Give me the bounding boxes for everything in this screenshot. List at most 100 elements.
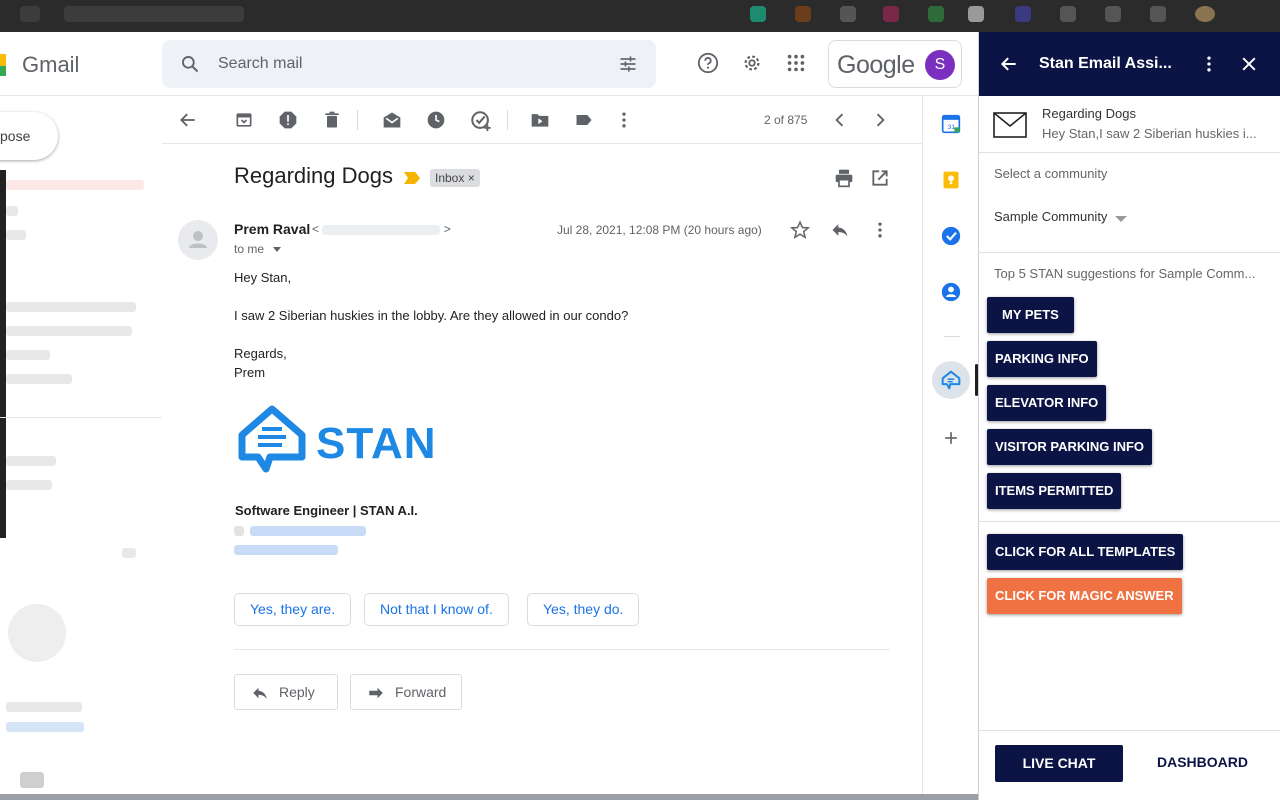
mark-unread-icon[interactable] <box>382 110 402 130</box>
forward-button[interactable]: Forward <box>350 674 462 710</box>
compose-button[interactable]: pose <box>0 112 58 160</box>
more-vert-icon[interactable] <box>1199 54 1219 74</box>
move-to-icon[interactable] <box>530 110 550 130</box>
nav-divider <box>0 417 162 418</box>
email-signoff-name: Prem <box>234 365 266 380</box>
google-wordmark: Google <box>837 51 915 79</box>
remove-label-icon[interactable]: × <box>468 171 475 185</box>
importance-marker-icon[interactable] <box>404 172 420 184</box>
email-body-line: I saw 2 Siberian huskies in the lobby. A… <box>234 308 629 323</box>
nav-item[interactable] <box>6 480 52 490</box>
extension-icon[interactable] <box>1015 6 1031 22</box>
forward-icon <box>369 687 383 699</box>
stan-addon-icon[interactable] <box>941 370 961 390</box>
star-icon[interactable] <box>790 220 810 240</box>
panel-divider <box>979 521 1280 522</box>
suggestion-button[interactable]: MY PETS <box>987 297 1074 333</box>
nav-icon[interactable] <box>20 772 44 788</box>
search-bar[interactable]: Search mail <box>162 40 656 88</box>
smart-reply-button[interactable]: Yes, they are. <box>234 593 352 626</box>
all-templates-button[interactable]: CLICK FOR ALL TEMPLATES <box>987 534 1184 570</box>
message-divider <box>234 649 890 650</box>
nav-icon[interactable] <box>122 548 136 558</box>
label-icon[interactable] <box>574 110 594 130</box>
sender-avatar[interactable] <box>178 220 218 260</box>
extension-icon[interactable] <box>1105 6 1121 22</box>
nav-item[interactable] <box>6 350 50 360</box>
magic-answer-button[interactable]: CLICK FOR MAGIC ANSWER <box>987 578 1182 614</box>
suggestion-button[interactable]: VISITOR PARKING INFO <box>987 429 1153 465</box>
reply-icon[interactable] <box>830 220 850 240</box>
message-toolbar: 2 of 875 <box>162 96 922 144</box>
avatar[interactable]: S <box>925 50 955 80</box>
tasks-icon[interactable] <box>941 226 961 246</box>
inbox-label-chip[interactable]: Inbox × <box>430 169 480 187</box>
live-chat-button[interactable]: LIVE CHAT <box>995 745 1123 782</box>
nav-link[interactable] <box>6 722 84 732</box>
apps-icon[interactable] <box>785 52 807 74</box>
open-new-window-icon[interactable] <box>870 168 890 188</box>
nav-item[interactable] <box>6 302 136 312</box>
account-button[interactable]: Google S <box>828 40 962 88</box>
nav-item-active[interactable] <box>6 180 144 190</box>
contacts-icon[interactable] <box>941 282 961 302</box>
tune-icon[interactable] <box>618 54 638 74</box>
extension-icon[interactable] <box>750 6 766 22</box>
signature-email-link[interactable] <box>250 526 366 536</box>
keep-icon[interactable] <box>941 170 961 190</box>
search-icon[interactable] <box>180 54 200 74</box>
community-select[interactable]: Sample Community <box>994 209 1107 224</box>
chevron-down-icon[interactable] <box>1115 216 1127 222</box>
delete-icon[interactable] <box>322 110 342 130</box>
gear-icon[interactable] <box>741 52 763 74</box>
nav-item[interactable] <box>6 230 26 240</box>
sender-name[interactable]: Prem Raval <box>234 221 310 237</box>
nav-item[interactable] <box>6 374 72 384</box>
print-icon[interactable] <box>834 168 854 188</box>
extension-icon[interactable] <box>928 6 944 22</box>
stan-logo: STAN <box>236 405 436 477</box>
extension-icon[interactable] <box>968 6 984 22</box>
search-input[interactable]: Search mail <box>218 55 302 73</box>
extension-icon[interactable] <box>1060 6 1076 22</box>
back-arrow-icon[interactable] <box>999 54 1019 74</box>
nav-item[interactable] <box>6 456 56 466</box>
email-greeting: Hey Stan, <box>234 270 292 285</box>
nav-item[interactable] <box>6 206 18 216</box>
archive-icon[interactable] <box>234 110 254 130</box>
stan-logo-text: STAN <box>316 419 437 468</box>
dashboard-link[interactable]: DASHBOARD <box>1157 754 1248 770</box>
more-vert-icon[interactable] <box>870 220 890 240</box>
signature-website-link[interactable] <box>234 545 338 555</box>
suggestion-button[interactable]: ITEMS PERMITTED <box>987 473 1122 509</box>
envelope-icon <box>993 112 1027 138</box>
add-task-icon[interactable] <box>470 110 492 132</box>
inbox-label: Inbox <box>435 171 465 185</box>
reply-button[interactable]: Reply <box>234 674 338 710</box>
profile-avatar[interactable] <box>1195 6 1215 22</box>
report-spam-icon[interactable] <box>278 110 298 130</box>
chevron-right-icon[interactable] <box>870 110 890 130</box>
plus-icon[interactable] <box>941 428 961 448</box>
chevron-left-icon[interactable] <box>830 110 850 130</box>
snooze-icon[interactable] <box>426 110 446 130</box>
chevron-down-icon[interactable] <box>273 247 282 253</box>
close-icon[interactable] <box>1239 54 1259 74</box>
help-icon[interactable] <box>697 52 719 74</box>
calendar-icon[interactable]: 31 <box>941 114 961 134</box>
email-closing: Regards, <box>234 346 287 361</box>
smart-reply-button[interactable]: Not that I know of. <box>364 593 509 626</box>
more-vert-icon[interactable] <box>614 110 634 130</box>
gmail-logo-part <box>0 66 6 76</box>
extension-icon[interactable] <box>795 6 811 22</box>
recipient-line[interactable]: to me <box>234 242 282 256</box>
extension-icon[interactable] <box>883 6 899 22</box>
gmail-wordmark[interactable]: Gmail <box>22 52 79 78</box>
extension-icon[interactable] <box>1150 6 1166 22</box>
extension-icon[interactable] <box>840 6 856 22</box>
smart-reply-button[interactable]: Yes, they do. <box>527 593 640 626</box>
suggestion-button[interactable]: PARKING INFO <box>987 341 1097 377</box>
nav-item[interactable] <box>6 326 132 336</box>
suggestion-button[interactable]: ELEVATOR INFO <box>987 385 1107 421</box>
back-arrow-icon[interactable] <box>178 110 198 130</box>
